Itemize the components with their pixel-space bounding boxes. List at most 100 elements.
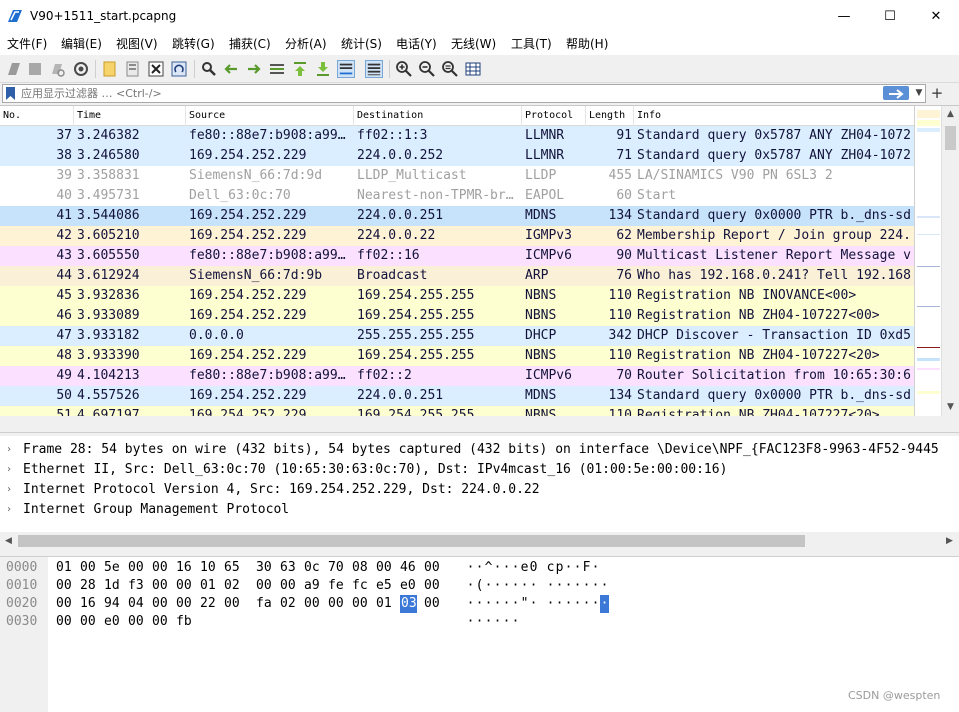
hex-byte[interactable]: 00: [352, 595, 374, 613]
hex-byte[interactable]: 00: [280, 577, 302, 595]
column-header-info[interactable]: Info: [634, 106, 914, 126]
hex-byte[interactable]: 08: [352, 559, 374, 577]
hex-byte[interactable]: 00: [80, 559, 102, 577]
ascii-char[interactable]: ·: [573, 595, 582, 613]
hex-byte[interactable]: 00: [56, 595, 78, 613]
ascii-char[interactable]: ·: [573, 559, 582, 577]
detail-tree-item[interactable]: › Internet Group Management Protocol: [0, 500, 959, 520]
zoom-out-icon[interactable]: [418, 60, 436, 78]
details-hscrollbar[interactable]: ◀ ▶: [0, 532, 959, 550]
resize-columns-icon[interactable]: [464, 60, 482, 78]
ascii-char[interactable]: ·: [466, 559, 475, 577]
hex-byte[interactable]: 94: [104, 595, 126, 613]
start-capture-icon[interactable]: [5, 60, 23, 78]
packet-row[interactable]: 41 3.544086 169.254.252.229 224.0.0.251 MDNS…: [0, 206, 914, 226]
close-file-icon[interactable]: [147, 60, 165, 78]
column-header-no[interactable]: No.: [0, 106, 74, 126]
ascii-char[interactable]: ·: [546, 595, 555, 613]
ascii-char[interactable]: ·: [466, 577, 475, 595]
hex-byte[interactable]: 46: [400, 559, 422, 577]
ascii-char[interactable]: ·: [475, 559, 484, 577]
ascii-char[interactable]: ·: [511, 595, 520, 613]
hex-byte[interactable]: 00: [56, 613, 78, 631]
ascii-char[interactable]: ·: [529, 595, 538, 613]
packet-row[interactable]: 39 3.358831 SiemensN_66:7d:9d LLDP_Multicas…: [0, 166, 914, 186]
menu-wireless[interactable]: 无线(W): [451, 33, 496, 55]
go-forward-icon[interactable]: [245, 60, 263, 78]
detail-tree-item[interactable]: › Internet Protocol Version 4, Src: 169.2…: [0, 480, 959, 500]
hex-byte[interactable]: 16: [176, 559, 198, 577]
hex-byte[interactable]: 00: [128, 613, 150, 631]
packet-row[interactable]: 44 3.612924 SiemensN_66:7d:9b Broadcast ARP 7…: [0, 266, 914, 286]
hex-byte[interactable]: e0: [400, 577, 422, 595]
reload-file-icon[interactable]: [170, 60, 188, 78]
hex-byte[interactable]: 10: [200, 559, 222, 577]
go-first-icon[interactable]: [291, 60, 309, 78]
hex-byte[interactable]: 01: [376, 595, 398, 613]
zoom-in-icon[interactable]: [395, 60, 413, 78]
menu-capture[interactable]: 捕获(C): [229, 33, 271, 55]
ascii-char[interactable]: ·: [600, 577, 609, 595]
ascii-char[interactable]: ·: [493, 613, 502, 631]
ascii-char[interactable]: ·: [511, 559, 520, 577]
hex-byte[interactable]: 00: [424, 595, 446, 613]
packet-row[interactable]: 45 3.932836 169.254.252.229 169.254.255.255…: [0, 286, 914, 306]
ascii-char[interactable]: ·: [493, 595, 502, 613]
ascii-char[interactable]: ·: [591, 595, 600, 613]
ascii-char[interactable]: ·: [555, 577, 564, 595]
ascii-char[interactable]: ·: [502, 595, 511, 613]
find-packet-icon[interactable]: [200, 60, 218, 78]
hex-byte[interactable]: 02: [224, 577, 246, 595]
hex-byte[interactable]: 65: [224, 559, 246, 577]
ascii-char[interactable]: e: [520, 559, 529, 577]
ascii-char[interactable]: ·: [529, 577, 538, 595]
menu-tools[interactable]: 工具(T): [511, 33, 552, 55]
open-file-icon[interactable]: [101, 60, 119, 78]
hex-byte[interactable]: 01: [200, 577, 222, 595]
ascii-char[interactable]: ·: [475, 595, 484, 613]
packet-row[interactable]: 50 4.557526 169.254.252.229 224.0.0.251 MDNS…: [0, 386, 914, 406]
expand-arrow-icon[interactable]: ›: [6, 460, 16, 480]
ascii-char[interactable]: ·: [475, 613, 484, 631]
hex-byte[interactable]: 00: [152, 613, 174, 631]
packet-row[interactable]: 49 4.104213 fe80::88e7:b908:a99… ff02::2 ICM…: [0, 366, 914, 386]
packet-row[interactable]: 51 4.697197 169.254.252.229 169.254.255.255…: [0, 406, 914, 416]
display-filter-input[interactable]: [21, 85, 876, 102]
ascii-char[interactable]: ·: [502, 577, 511, 595]
hex-byte[interactable]: 70: [328, 559, 350, 577]
menu-telephony[interactable]: 电话(Y): [396, 33, 437, 55]
column-header-protocol[interactable]: Protocol: [522, 106, 586, 126]
expand-arrow-icon[interactable]: ›: [6, 480, 16, 500]
packet-row[interactable]: 48 3.933390 169.254.252.229 169.254.255.255…: [0, 346, 914, 366]
ascii-char[interactable]: ·: [484, 577, 493, 595]
hex-byte[interactable]: 00: [224, 595, 246, 613]
hex-byte[interactable]: 00: [424, 559, 446, 577]
hex-byte[interactable]: a9: [304, 577, 326, 595]
ascii-char[interactable]: ·: [591, 559, 600, 577]
hex-byte[interactable]: 00: [56, 577, 78, 595]
packet-row[interactable]: 40 3.495731 Dell_63:0c:70 Nearest-non-TPMR-…: [0, 186, 914, 206]
menu-view[interactable]: 视图(V): [116, 33, 158, 55]
hex-byte[interactable]: 5e: [104, 559, 126, 577]
hscroll-thumb[interactable]: [18, 535, 805, 547]
ascii-char[interactable]: ·: [502, 613, 511, 631]
save-file-icon[interactable]: [124, 60, 142, 78]
ascii-char[interactable]: ·: [573, 577, 582, 595]
column-header-destination[interactable]: Destination: [354, 106, 522, 126]
hex-byte[interactable]: 0c: [304, 559, 326, 577]
apply-filter-button[interactable]: [883, 86, 909, 100]
ascii-char[interactable]: p: [555, 559, 564, 577]
detail-tree-item[interactable]: › Frame 28: 54 bytes on wire (432 bits), …: [0, 440, 959, 460]
hex-byte[interactable]: fb: [176, 613, 198, 631]
restart-capture-icon[interactable]: [48, 60, 66, 78]
hex-byte[interactable]: 22: [200, 595, 222, 613]
hex-byte[interactable]: 04: [128, 595, 150, 613]
scroll-left-icon[interactable]: ◀: [0, 532, 17, 550]
pane-splitter[interactable]: [0, 416, 959, 436]
detail-tree-item[interactable]: › Ethernet II, Src: Dell_63:0c:70 (10:65:…: [0, 460, 959, 480]
packet-minimap[interactable]: [914, 106, 941, 416]
ascii-char[interactable]: ^: [484, 559, 493, 577]
ascii-char[interactable]: F: [582, 559, 591, 577]
hex-byte[interactable]: 28: [80, 577, 102, 595]
maximize-button[interactable]: ☐: [867, 0, 913, 33]
